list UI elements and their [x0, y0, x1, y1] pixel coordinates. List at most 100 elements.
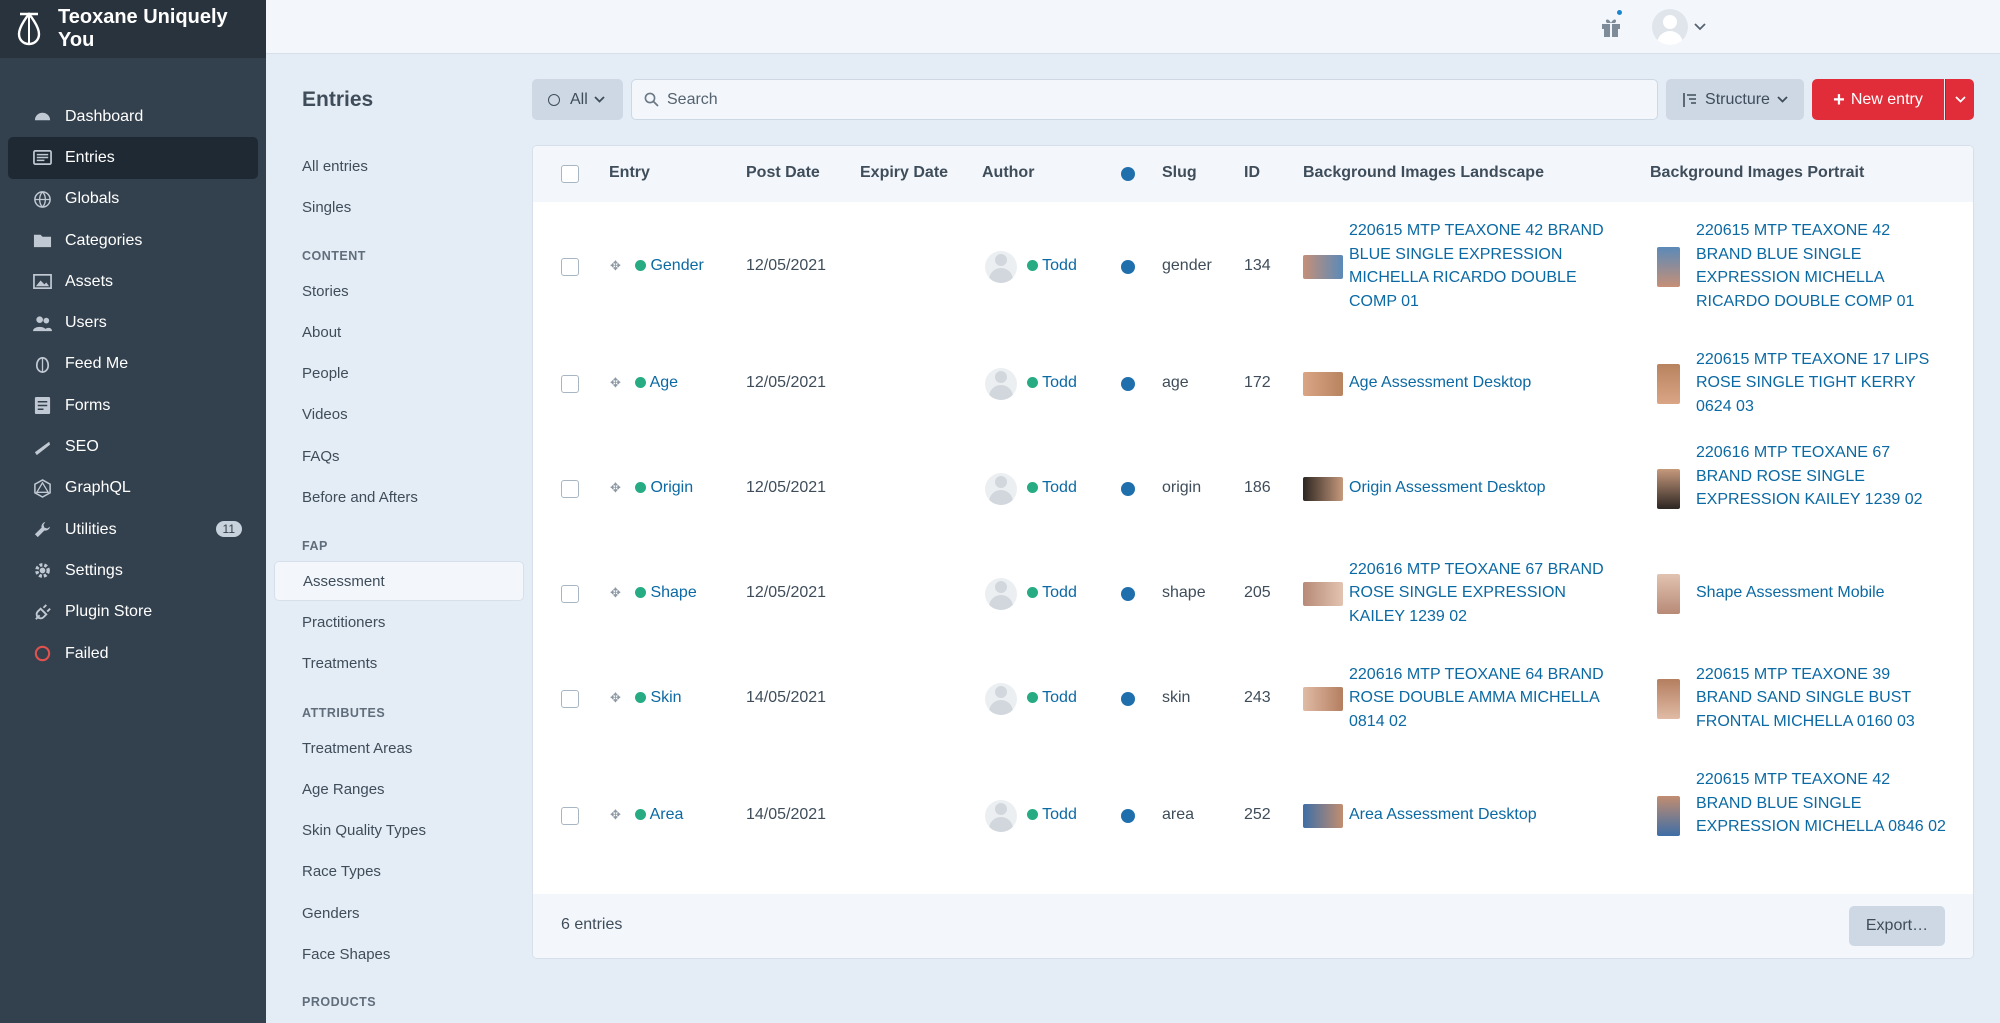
row-checkbox[interactable]	[561, 375, 579, 393]
author-name[interactable]: Todd	[1042, 479, 1077, 496]
nav-item-dashboard[interactable]: Dashboard	[8, 96, 258, 137]
column-header-author[interactable]: Author	[982, 164, 1034, 182]
source-item-assessment[interactable]: Assessment	[274, 561, 524, 601]
portrait-asset-link[interactable]: 220615 MTP TEAXONE 17 LIPS ROSE SINGLE T…	[1696, 348, 1946, 419]
row-checkbox[interactable]	[561, 480, 579, 498]
site-header[interactable]: Teoxane Uniquely You	[0, 0, 266, 58]
author-link[interactable]: Todd	[1027, 689, 1077, 707]
row-checkbox[interactable]	[561, 807, 579, 825]
nav-item-plugin-store[interactable]: Plugin Store	[8, 592, 258, 633]
portrait-thumbnail[interactable]	[1657, 364, 1680, 404]
portrait-asset-link[interactable]: Shape Assessment Mobile	[1696, 581, 1946, 605]
source-item-genders[interactable]: Genders	[274, 893, 524, 933]
entry-title[interactable]: Area	[650, 806, 684, 823]
entry-title[interactable]: Shape	[650, 584, 696, 601]
column-header-slug[interactable]: Slug	[1162, 164, 1197, 182]
move-handle-icon[interactable]: ✥	[610, 258, 621, 274]
landscape-thumbnail[interactable]	[1303, 372, 1343, 396]
author-name[interactable]: Todd	[1042, 806, 1077, 823]
portrait-thumbnail[interactable]	[1657, 469, 1680, 509]
row-checkbox[interactable]	[561, 585, 579, 603]
nav-item-graphql[interactable]: GraphQL	[8, 468, 258, 509]
row-checkbox[interactable]	[561, 258, 579, 276]
landscape-thumbnail[interactable]	[1303, 804, 1343, 828]
export-button[interactable]: Export…	[1849, 906, 1945, 946]
portrait-asset-link[interactable]: 220616 MTP TEOXANE 67 BRAND ROSE SINGLE …	[1696, 441, 1946, 512]
source-item-practitioners[interactable]: Practitioners	[274, 602, 524, 642]
move-handle-icon[interactable]: ✥	[610, 690, 621, 706]
entry-title-link[interactable]: Gender	[635, 257, 704, 275]
landscape-asset-link[interactable]: Origin Assessment Desktop	[1349, 476, 1624, 500]
nav-item-feed-me[interactable]: Feed Me	[8, 344, 258, 385]
landscape-thumbnail[interactable]	[1303, 687, 1343, 711]
search-input[interactable]	[667, 90, 1617, 109]
new-entry-button[interactable]: + New entry	[1812, 79, 1944, 120]
author-link[interactable]: Todd	[1027, 479, 1077, 497]
source-item-face-shapes[interactable]: Face Shapes	[274, 935, 524, 975]
nav-item-users[interactable]: Users	[8, 302, 258, 343]
source-item-stories[interactable]: Stories	[274, 271, 524, 311]
source-item-videos[interactable]: Videos	[274, 395, 524, 435]
source-item-race-types[interactable]: Race Types	[274, 852, 524, 892]
author-link[interactable]: Todd	[1027, 806, 1077, 824]
author-name[interactable]: Todd	[1042, 584, 1077, 601]
landscape-thumbnail[interactable]	[1303, 255, 1343, 279]
landscape-thumbnail[interactable]	[1303, 477, 1343, 501]
nav-item-entries[interactable]: Entries	[8, 137, 258, 179]
column-header-bg-landscape[interactable]: Background Images Landscape	[1303, 164, 1544, 182]
source-item-singles[interactable]: Singles	[274, 187, 524, 227]
author-link[interactable]: Todd	[1027, 257, 1077, 275]
nav-item-utilities[interactable]: Utilities 11	[8, 509, 258, 550]
author-name[interactable]: Todd	[1042, 689, 1077, 706]
portrait-asset-link[interactable]: 220615 MTP TEAXONE 42 BRAND BLUE SINGLE …	[1696, 219, 1946, 313]
column-header-post-date[interactable]: Post Date	[746, 164, 820, 182]
entry-title[interactable]: Age	[650, 374, 678, 391]
source-item-treatment-areas[interactable]: Treatment Areas	[274, 728, 524, 768]
column-header-id[interactable]: ID	[1244, 164, 1260, 182]
author-link[interactable]: Todd	[1027, 584, 1077, 602]
entry-title-link[interactable]: Skin	[635, 689, 682, 707]
nav-item-assets[interactable]: Assets	[8, 261, 258, 302]
nav-item-forms[interactable]: Forms	[8, 385, 258, 426]
source-item-about[interactable]: About	[274, 312, 524, 352]
author-name[interactable]: Todd	[1042, 257, 1077, 274]
row-checkbox[interactable]	[561, 690, 579, 708]
entry-title[interactable]: Skin	[650, 689, 681, 706]
landscape-asset-link[interactable]: Age Assessment Desktop	[1349, 371, 1624, 395]
select-all-checkbox[interactable]	[561, 165, 579, 183]
nav-item-settings[interactable]: Settings	[8, 550, 258, 591]
column-header-expiry-date[interactable]: Expiry Date	[860, 164, 948, 182]
source-item-people[interactable]: People	[274, 354, 524, 394]
portrait-thumbnail[interactable]	[1657, 574, 1680, 614]
entry-title-link[interactable]: Age	[635, 374, 678, 392]
entry-title[interactable]: Gender	[650, 257, 703, 274]
new-entry-menu-button[interactable]	[1945, 79, 1974, 120]
source-item-treatments[interactable]: Treatments	[274, 644, 524, 684]
entry-title-link[interactable]: Area	[635, 806, 683, 824]
column-header-bg-portrait[interactable]: Background Images Portrait	[1650, 164, 1864, 182]
structure-view-button[interactable]: Structure	[1666, 79, 1804, 120]
portrait-thumbnail[interactable]	[1657, 679, 1680, 719]
status-filter-button[interactable]: All	[532, 79, 623, 120]
portrait-asset-link[interactable]: 220615 MTP TEAXONE 39 BRAND SAND SINGLE …	[1696, 663, 1946, 734]
column-header-entry[interactable]: Entry	[609, 164, 650, 182]
source-item-all-entries[interactable]: All entries	[274, 146, 524, 186]
author-link[interactable]: Todd	[1027, 374, 1077, 392]
search-field[interactable]	[631, 79, 1658, 120]
source-item-skin-quality-types[interactable]: Skin Quality Types	[274, 811, 524, 851]
entry-title-link[interactable]: Shape	[635, 584, 697, 602]
entry-title[interactable]: Origin	[650, 479, 693, 496]
portrait-asset-link[interactable]: 220615 MTP TEAXONE 42 BRAND BLUE SINGLE …	[1696, 768, 1946, 839]
move-handle-icon[interactable]: ✥	[610, 807, 621, 823]
move-handle-icon[interactable]: ✥	[610, 585, 621, 601]
landscape-thumbnail[interactable]	[1303, 582, 1343, 606]
user-menu[interactable]	[1652, 7, 1712, 47]
move-handle-icon[interactable]: ✥	[610, 480, 621, 496]
landscape-asset-link[interactable]: 220615 MTP TEAXONE 42 BRAND BLUE SINGLE …	[1349, 219, 1624, 313]
move-handle-icon[interactable]: ✥	[610, 375, 621, 391]
nav-item-globals[interactable]: Globals	[8, 179, 258, 220]
entry-title-link[interactable]: Origin	[635, 479, 693, 497]
landscape-asset-link[interactable]: 220616 MTP TEOXANE 64 BRAND ROSE DOUBLE …	[1349, 663, 1624, 734]
nav-item-failed[interactable]: Failed	[8, 633, 258, 674]
portrait-thumbnail[interactable]	[1657, 247, 1680, 287]
